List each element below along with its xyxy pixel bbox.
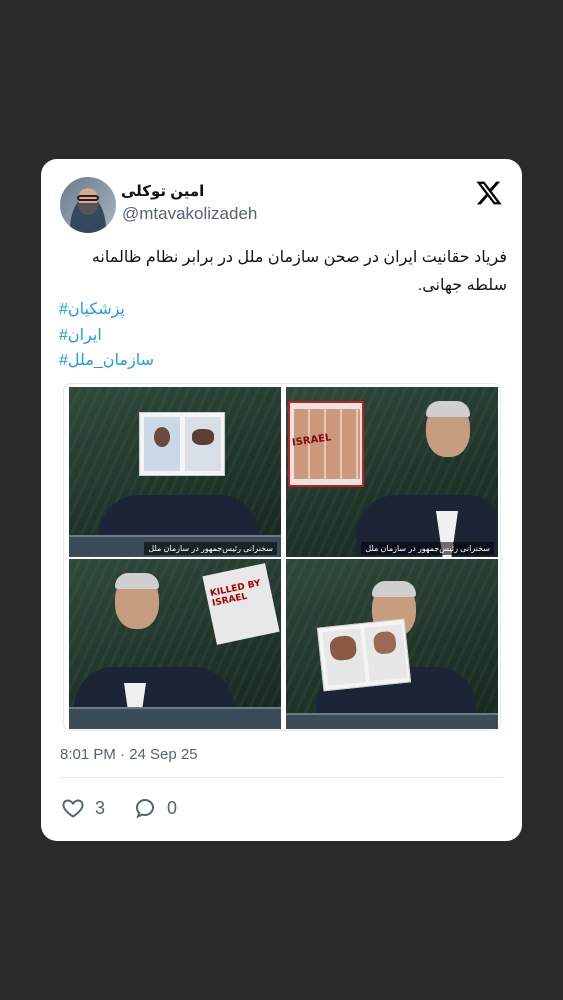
avatar[interactable] [60,177,116,233]
like-button[interactable]: 3 [61,796,105,820]
photo-caption: سخنرانی رئیس‌جمهور در سازمان ملل [144,542,277,555]
magazine-title: KILLED BY ISRAEL [209,578,262,609]
photo-caption: سخنرانی رئیس‌جمهور در سازمان ملل [361,542,494,555]
reply-button[interactable]: 0 [133,796,177,820]
held-magazine: KILLED BY ISRAEL [202,563,280,645]
reply-count: 0 [167,797,178,818]
held-poster: ISRAEL [288,401,364,487]
tweet-card: امین توکلی @mtavakolizadeh فریاد حقانیت … [41,159,522,841]
speaker-hair [426,401,470,417]
heart-icon [62,799,84,818]
podium [69,707,281,729]
held-book [139,412,225,476]
hashtag-list: #پزشکیان #ایران #سازمان_ملل [59,297,154,374]
photo-1[interactable]: سخنرانی رئیس‌جمهور در سازمان ملل [69,387,281,557]
photo-3[interactable]: KILLED BY ISRAEL [69,559,281,729]
divider [60,777,503,778]
avatar-glasses [77,195,99,201]
tweet-timestamp[interactable]: 8:01 PM · 24 Sep 25 [60,746,198,763]
hashtag-link[interactable]: #ایران [59,323,154,349]
photo-2[interactable]: ISRAEL سخنرانی رئیس‌جمهور در سازمان ملل [286,387,498,557]
podium [286,713,498,729]
speaker-hair [372,581,416,597]
media-grid[interactable]: سخنرانی رئیس‌جمهور در سازمان ملل ISRAEL … [63,383,501,731]
x-logo-icon[interactable] [475,179,503,207]
user-handle[interactable]: @mtavakolizadeh [122,204,257,224]
display-name[interactable]: امین توکلی [121,182,204,200]
avatar-beard [78,203,98,215]
held-book [316,618,412,692]
tweet-text: فریاد حقانیت ایران در صحن سازمان ملل در … [91,249,507,294]
photo-4[interactable] [286,559,498,729]
speaker-hair [115,573,159,589]
like-count: 3 [95,797,106,818]
hashtag-link[interactable]: #پزشکیان [59,297,154,323]
reply-bubble-icon [135,798,155,819]
hashtag-link[interactable]: #سازمان_ملل [59,348,154,374]
